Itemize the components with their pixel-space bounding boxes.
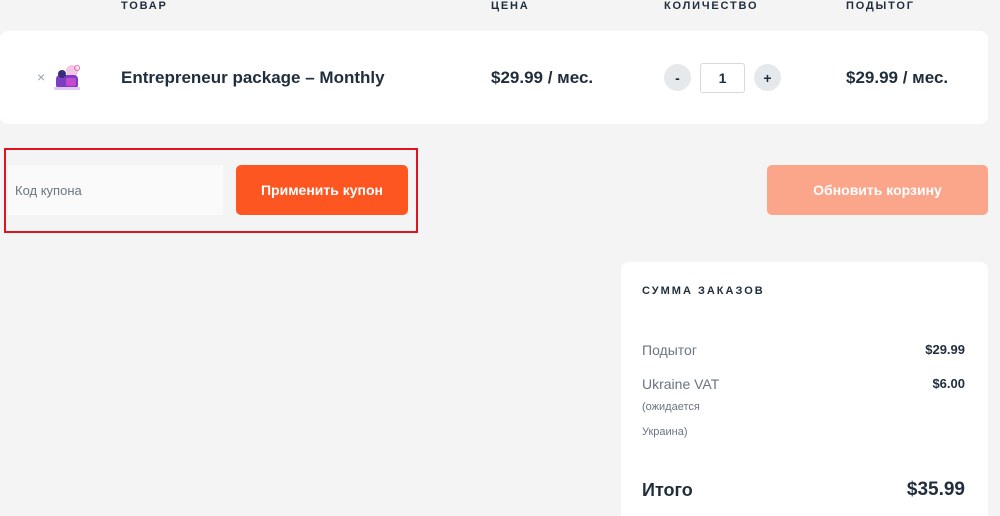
totals-subtotal-label: Подытог — [642, 342, 697, 358]
column-header-product: ТОВАР — [121, 0, 168, 12]
apply-coupon-button[interactable]: Применить купон — [236, 165, 408, 215]
column-header-quantity: КОЛИЧЕСТВО — [664, 0, 759, 12]
totals-vat-value: $6.00 — [932, 376, 965, 391]
item-subtotal: $29.99 / мес. — [846, 68, 949, 87]
totals-vat-label: Ukraine VAT — [642, 376, 720, 392]
coupon-code-input[interactable] — [8, 165, 223, 215]
column-header-subtotal: ПОДЫТОГ — [846, 0, 915, 12]
order-total-value: $35.99 — [906, 479, 965, 500]
remove-item-icon[interactable]: × — [37, 70, 45, 84]
update-cart-button[interactable]: Обновить корзину — [767, 165, 988, 215]
quantity-increase-button[interactable]: + — [754, 64, 781, 91]
product-thumbnail[interactable] — [50, 63, 82, 93]
quantity-input[interactable] — [700, 63, 745, 93]
cart-page: ТОВАР ЦЕНА КОЛИЧЕСТВО ПОДЫТОГ × Entrepre… — [0, 0, 1000, 516]
product-name-link[interactable]: Entrepreneur package – Monthly — [121, 68, 385, 88]
cart-totals-title: СУММА ЗАКАЗОВ — [642, 285, 765, 297]
totals-vat-note-line2: Украина) — [642, 426, 688, 438]
item-price: $29.99 / мес. — [491, 68, 594, 87]
totals-subtotal-value: $29.99 — [925, 342, 965, 357]
totals-vat-note-line1: (ожидается — [642, 401, 700, 413]
column-header-price: ЦЕНА — [491, 0, 530, 12]
order-total-label: Итого — [642, 480, 693, 500]
quantity-decrease-button[interactable]: - — [664, 64, 691, 91]
